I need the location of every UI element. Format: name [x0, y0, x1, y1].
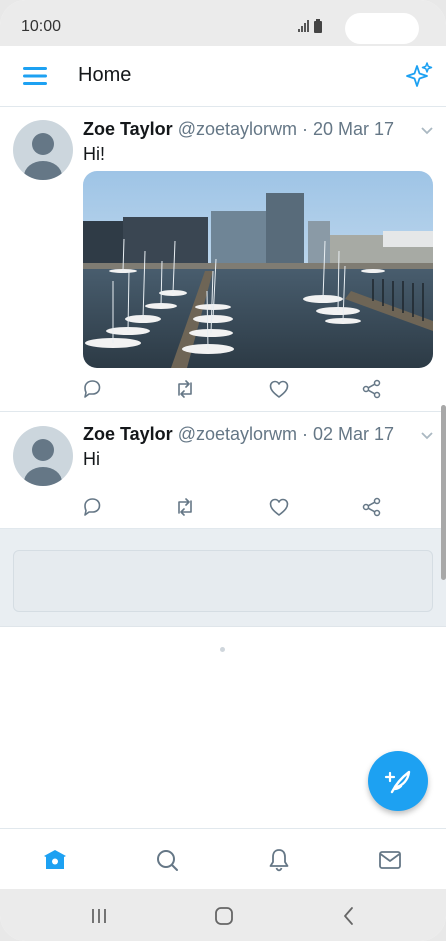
meta-separator: ·	[297, 424, 314, 444]
tweet-photo-harbor[interactable]	[83, 171, 433, 368]
chevron-down-icon[interactable]	[419, 428, 435, 444]
avatar[interactable]	[13, 120, 73, 180]
tweet-author-name[interactable]: Zoe Taylor	[83, 424, 173, 444]
default-avatar-icon	[24, 439, 62, 486]
tweet-date: 20 Mar 17	[313, 119, 395, 139]
home-icon[interactable]	[42, 847, 68, 873]
default-avatar-icon	[24, 133, 62, 180]
meta-separator: ·	[297, 119, 314, 139]
signal-battery-icon	[298, 19, 322, 33]
tweet-actions	[0, 496, 446, 520]
chevron-down-icon[interactable]	[419, 123, 435, 139]
tweet-author-name[interactable]: Zoe Taylor	[83, 119, 173, 139]
loading-placeholder	[13, 550, 433, 612]
recent-apps-icon[interactable]	[88, 905, 110, 927]
compose-feather-icon	[384, 770, 411, 794]
page-title: Home	[78, 64, 132, 86]
tweet-header: Zoe Taylor @zoetaylorwm · 02 Mar 17	[83, 424, 394, 445]
reply-icon[interactable]	[81, 496, 103, 518]
search-icon[interactable]	[154, 847, 180, 873]
menu-icon[interactable]	[20, 63, 50, 89]
avatar[interactable]	[13, 426, 73, 486]
timeline-gap	[0, 529, 446, 627]
home-nav-icon[interactable]	[213, 905, 235, 927]
phone-screen: 10:00 Home Zoe Taylor @zoetaylorwm · 20 …	[0, 0, 446, 941]
compose-tweet-button[interactable]	[368, 751, 428, 811]
retweet-icon[interactable]	[174, 496, 196, 518]
tweet-text: Hi!	[83, 144, 105, 164]
status-time: 10:00	[21, 18, 62, 35]
scrollbar[interactable]	[441, 405, 446, 580]
tweet-text: Hi	[83, 449, 100, 469]
share-icon[interactable]	[361, 496, 383, 518]
tweet-author-handle: @zoetaylorwm	[177, 119, 298, 139]
tweet-item[interactable]: Zoe Taylor @zoetaylorwm · 20 Mar 17 Hi!	[0, 107, 446, 412]
like-icon[interactable]	[268, 378, 290, 400]
tweet-author-handle: @zoetaylorwm	[177, 424, 298, 444]
tweet-header: Zoe Taylor @zoetaylorwm · 20 Mar 17	[83, 119, 394, 140]
notifications-icon[interactable]	[266, 847, 292, 873]
bottom-tab-bar	[0, 828, 446, 889]
messages-icon[interactable]	[377, 847, 403, 873]
status-bar: 10:00	[0, 0, 446, 46]
sparkle-icon[interactable]	[404, 61, 434, 91]
loading-dot	[220, 647, 225, 652]
back-icon[interactable]	[338, 905, 360, 927]
retweet-icon[interactable]	[174, 378, 196, 400]
camera-pill	[345, 13, 419, 44]
reply-icon[interactable]	[81, 378, 103, 400]
system-nav-bar	[0, 889, 446, 941]
tweet-date: 02 Mar 17	[313, 424, 395, 444]
share-icon[interactable]	[361, 378, 383, 400]
app-bar: Home	[0, 46, 446, 107]
like-icon[interactable]	[268, 496, 290, 518]
tweet-actions	[0, 378, 446, 402]
tweet-item[interactable]: Zoe Taylor @zoetaylorwm · 02 Mar 17 Hi	[0, 412, 446, 529]
